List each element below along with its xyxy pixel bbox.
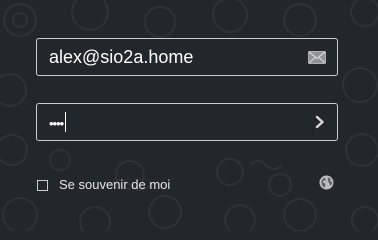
- password-text-wrapper: ••••: [49, 104, 67, 140]
- remember-me-checkbox[interactable]: [37, 179, 48, 191]
- globe-icon[interactable]: [319, 175, 334, 190]
- text-cursor: [65, 112, 67, 133]
- chevron-right-icon[interactable]: [312, 104, 328, 140]
- password-value: ••••: [49, 116, 64, 131]
- remember-me-option[interactable]: Se souvenir de moi: [37, 178, 170, 192]
- password-field[interactable]: ••••: [36, 103, 338, 141]
- remember-me-label: Se souvenir de moi: [59, 177, 171, 192]
- email-field[interactable]: alex@sio2a.home: [36, 38, 338, 76]
- envelope-icon: [307, 39, 327, 75]
- email-value: alex@sio2a.home: [49, 47, 194, 67]
